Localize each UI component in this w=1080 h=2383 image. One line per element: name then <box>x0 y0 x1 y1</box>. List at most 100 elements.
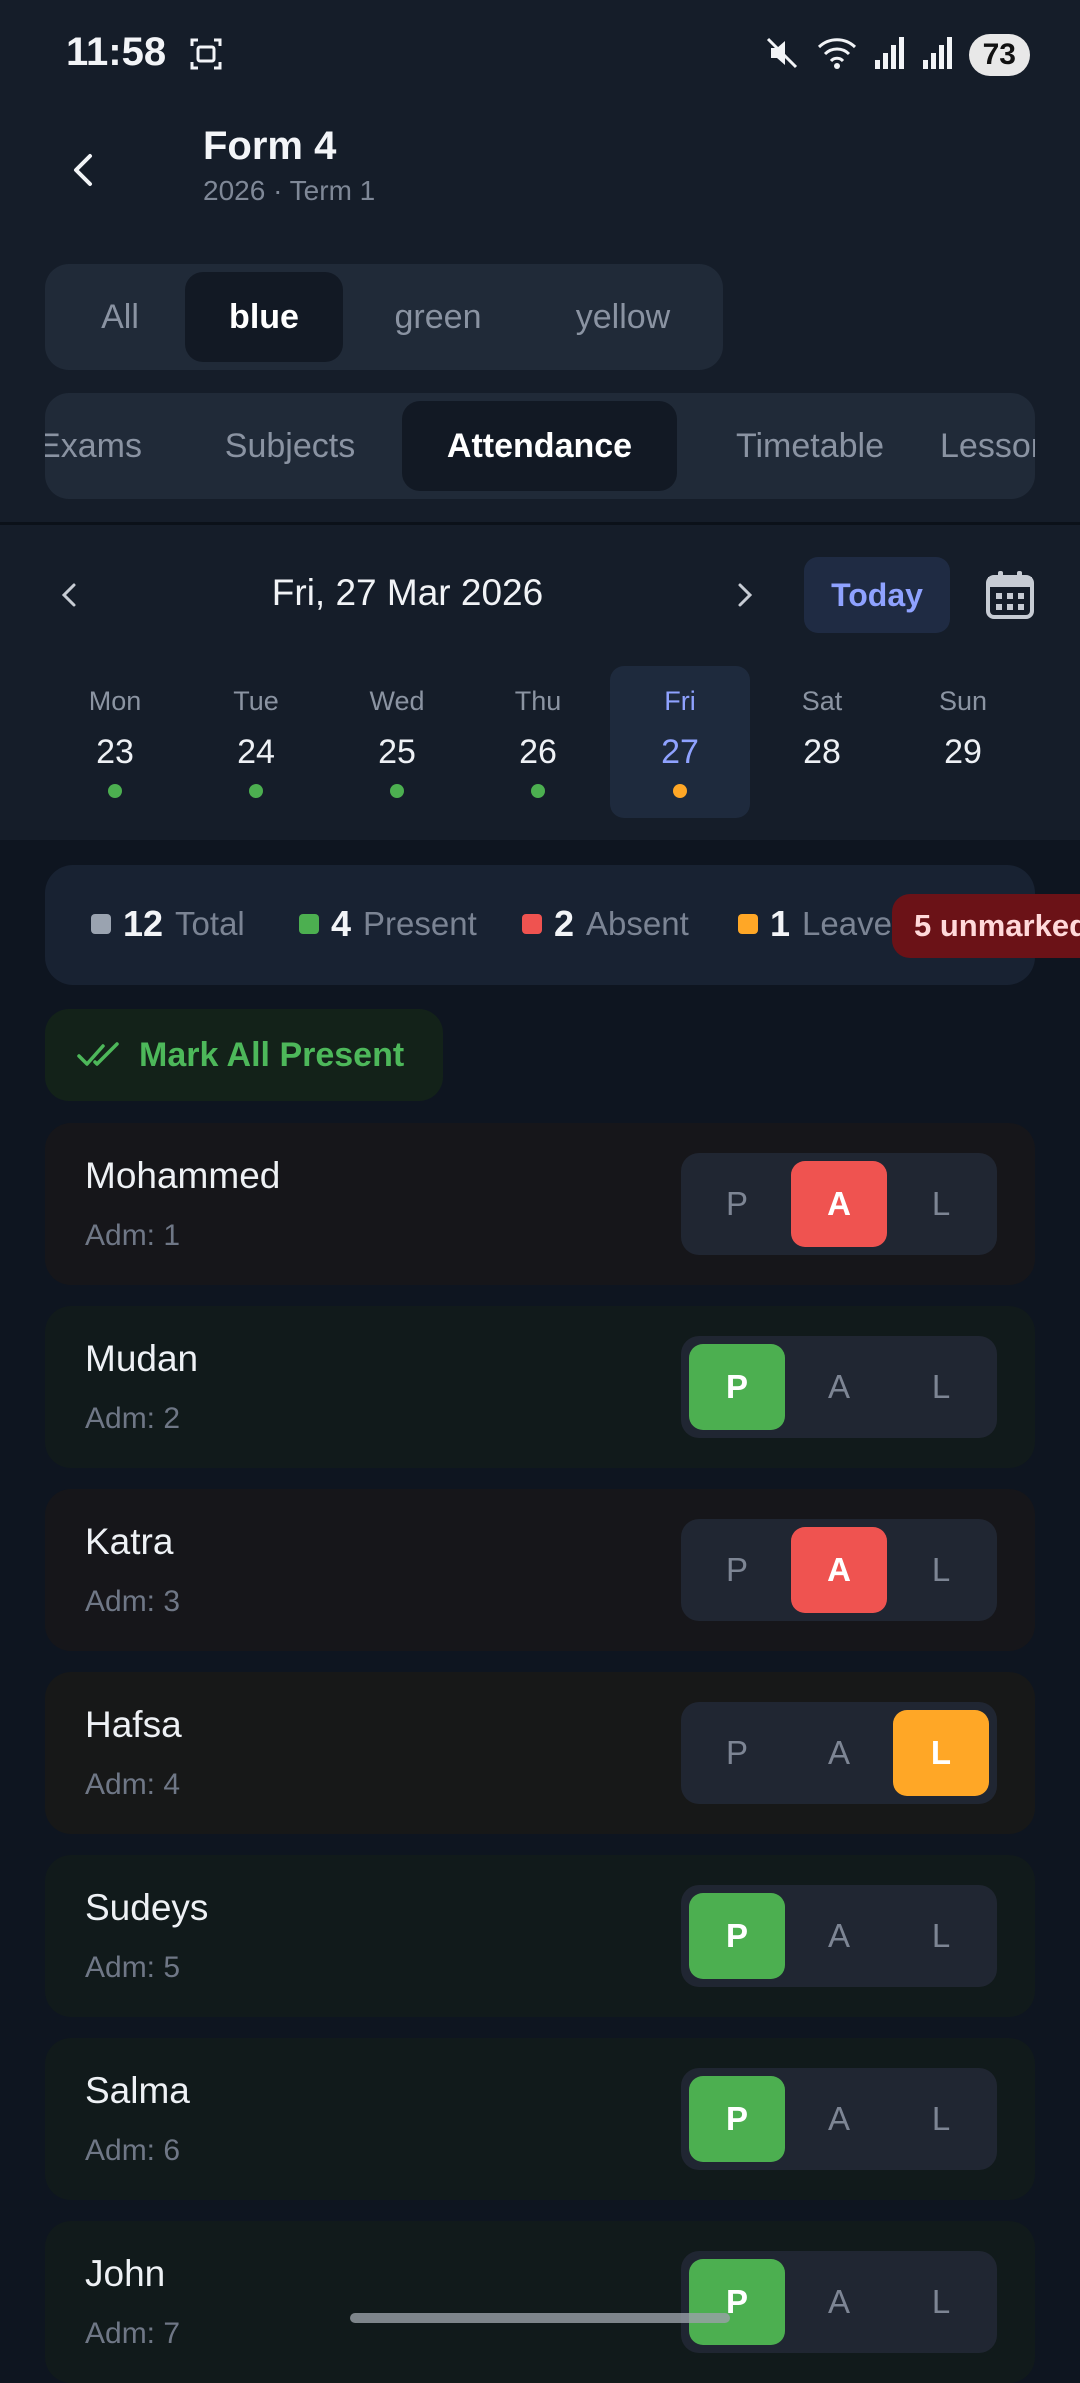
mark-present-button[interactable]: P <box>689 2259 785 2345</box>
present-square <box>299 914 319 934</box>
mark-absent-button[interactable]: A <box>791 1161 887 1247</box>
mark-leave-button[interactable]: L <box>893 1527 989 1613</box>
next-day-button[interactable] <box>714 565 774 625</box>
selected-date: Fri, 27 Mar 2026 <box>271 572 544 613</box>
mark-absent-button[interactable]: A <box>791 1893 887 1979</box>
attendance-toggle: PAL <box>681 1885 997 1987</box>
page-title: Form 4 <box>203 124 337 168</box>
today-button[interactable]: Today <box>804 557 950 633</box>
summary-total: 12 Total <box>91 903 245 945</box>
mark-leave-button[interactable]: L <box>893 2259 989 2345</box>
header-divider <box>0 522 1080 525</box>
day-thu[interactable]: Thu 26 <box>468 666 608 818</box>
attendance-toggle: PAL <box>681 2251 997 2353</box>
day-fri[interactable]: Fri 27 <box>610 666 750 818</box>
filter-yellow[interactable]: yellow <box>533 272 713 362</box>
day-status-dot <box>108 784 122 798</box>
wifi-icon <box>815 34 859 77</box>
page-subtitle: 2026 · Term 1 <box>203 175 376 206</box>
back-button[interactable] <box>54 140 114 200</box>
student-name: Salma <box>85 2070 190 2111</box>
total-count: 12 <box>123 903 164 944</box>
present-label: Present <box>363 905 477 942</box>
tab-subjects[interactable]: Subjects <box>195 401 385 491</box>
present-count: 4 <box>331 903 352 944</box>
home-indicator <box>350 2313 730 2323</box>
student-name: Katra <box>85 1521 174 1562</box>
day-name: Tue <box>233 686 279 716</box>
absent-label: Absent <box>586 905 689 942</box>
absent-square <box>522 914 542 934</box>
student-name: Mohammed <box>85 1155 281 1196</box>
mark-absent-button[interactable]: A <box>791 2076 887 2162</box>
attendance-summary: 12 Total 4 Present 2 Absent 1 Leave <box>45 865 1035 985</box>
mark-leave-button[interactable]: L <box>893 2076 989 2162</box>
mark-absent-button[interactable]: A <box>791 1344 887 1430</box>
student-adm: Adm: 3 <box>85 1585 181 1618</box>
day-sun[interactable]: Sun 29 <box>893 666 1033 818</box>
day-wed[interactable]: Wed 25 <box>327 666 467 818</box>
mark-present-button[interactable]: P <box>689 1344 785 1430</box>
tab-timetable[interactable]: Timetable <box>695 401 925 491</box>
mark-present-button[interactable]: P <box>689 1527 785 1613</box>
battery-level: 73 <box>968 34 1030 76</box>
tab-attendance[interactable]: Attendance <box>402 401 677 491</box>
day-number: 25 <box>378 733 416 771</box>
tab-lessons[interactable]: Lessons <box>940 401 1035 491</box>
day-sat[interactable]: Sat 28 <box>752 666 892 818</box>
absent-count: 2 <box>554 903 575 944</box>
back-arrow-icon <box>74 154 92 186</box>
mark-all-label: Mark All Present <box>139 1035 405 1074</box>
student-adm: Adm: 6 <box>85 2134 181 2167</box>
day-tue[interactable]: Tue 24 <box>186 666 326 818</box>
mark-all-present-button[interactable]: Mark All Present <box>45 1009 443 1101</box>
mark-leave-button[interactable]: L <box>893 1893 989 1979</box>
filter-green[interactable]: green <box>353 272 523 362</box>
mark-absent-button[interactable]: A <box>791 1527 887 1613</box>
status-icons: 73 <box>763 30 1030 80</box>
attendance-toggle: PAL <box>681 1519 997 1621</box>
day-name: Thu <box>514 686 562 716</box>
day-status-dot <box>390 784 404 798</box>
total-square <box>91 914 111 934</box>
leave-label: Leave <box>802 905 892 942</box>
student-row: John Adm: 7 PAL <box>45 2221 1035 2383</box>
student-row: Sudeys Adm: 5 PAL <box>45 1855 1035 2017</box>
tab-exams[interactable]: Exams <box>45 401 175 491</box>
signal-icon <box>873 34 907 77</box>
summary-leave: 1 Leave <box>738 903 892 945</box>
day-mon[interactable]: Mon 23 <box>45 666 185 818</box>
chevron-left-icon <box>61 583 76 607</box>
filter-blue[interactable]: blue <box>185 272 343 362</box>
day-status-dot <box>673 784 687 798</box>
calendar-icon[interactable] <box>982 567 1038 623</box>
day-number: 28 <box>803 733 841 771</box>
student-row: Katra Adm: 3 PAL <box>45 1489 1035 1651</box>
mark-absent-button[interactable]: A <box>791 1710 887 1796</box>
previous-day-button[interactable] <box>40 565 100 625</box>
mark-leave-button[interactable]: L <box>893 1344 989 1430</box>
mark-present-button[interactable]: P <box>689 2076 785 2162</box>
mark-leave-button[interactable]: L <box>893 1710 989 1796</box>
mark-present-button[interactable]: P <box>689 1893 785 1979</box>
student-name: John <box>85 2253 166 2294</box>
summary-present: 4 Present <box>299 903 477 945</box>
attendance-toggle: PAL <box>681 1702 997 1804</box>
mark-present-button[interactable]: P <box>689 1710 785 1796</box>
student-row: Mohammed Adm: 1 PAL <box>45 1123 1035 1285</box>
mark-absent-button[interactable]: A <box>791 2259 887 2345</box>
day-name: Sat <box>801 686 843 716</box>
day-status-dot <box>249 784 263 798</box>
day-name: Fri <box>664 686 696 716</box>
mark-leave-button[interactable]: L <box>893 1161 989 1247</box>
attendance-toggle: PAL <box>681 1153 997 1255</box>
day-number: 23 <box>96 733 134 771</box>
student-adm: Adm: 1 <box>85 1219 181 1252</box>
student-name: Mudan <box>85 1338 199 1379</box>
total-label: Total <box>175 905 245 942</box>
filter-all[interactable]: All <box>55 272 185 362</box>
day-status-dot <box>531 784 545 798</box>
leave-square <box>738 914 758 934</box>
student-name: Sudeys <box>85 1887 209 1928</box>
mark-present-button[interactable]: P <box>689 1161 785 1247</box>
